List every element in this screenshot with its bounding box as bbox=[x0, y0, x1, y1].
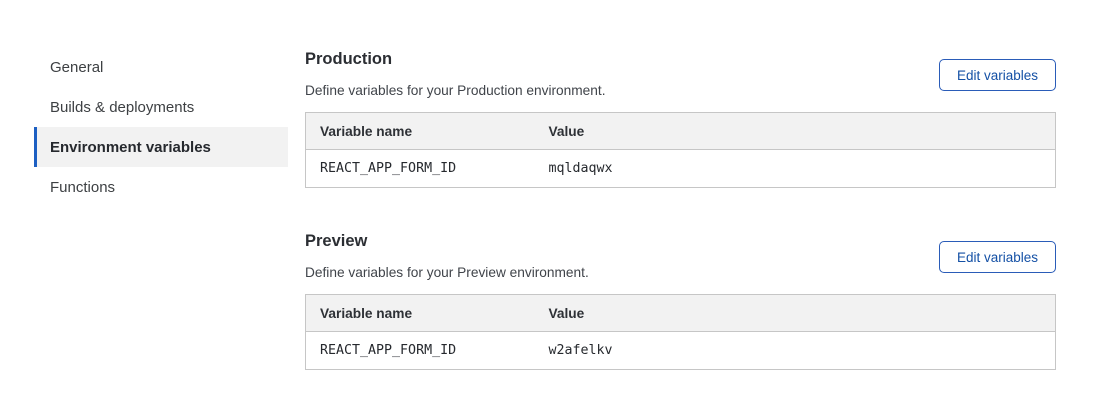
sidebar-item-environment-variables[interactable]: Environment variables bbox=[34, 127, 288, 167]
section-description-preview: Define variables for your Preview enviro… bbox=[305, 265, 589, 280]
column-header-value: Value bbox=[535, 295, 1056, 332]
section-description-production: Define variables for your Production env… bbox=[305, 83, 606, 98]
column-header-value: Value bbox=[535, 113, 1056, 150]
table-header-row: Variable name Value bbox=[306, 113, 1056, 150]
production-section-header: Production Define variables for your Pro… bbox=[305, 44, 1056, 98]
section-title-production: Production bbox=[305, 44, 606, 69]
sidebar-item-label: Functions bbox=[50, 179, 115, 196]
environment-variables-panel: Production Define variables for your Pro… bbox=[305, 44, 1056, 370]
column-header-variable-name: Variable name bbox=[306, 113, 535, 150]
preview-section: Preview Define variables for your Previe… bbox=[305, 226, 1056, 370]
sidebar-item-label: Environment variables bbox=[50, 139, 211, 156]
sidebar-item-builds-deployments[interactable]: Builds & deployments bbox=[34, 87, 288, 127]
variable-value-cell: w2afelkv bbox=[535, 332, 1056, 370]
settings-page: General Builds & deployments Environment… bbox=[0, 0, 1100, 370]
production-section: Production Define variables for your Pro… bbox=[305, 44, 1056, 188]
section-title-preview: Preview bbox=[305, 226, 589, 251]
table-row: REACT_APP_FORM_ID mqldaqwx bbox=[306, 150, 1056, 188]
sidebar-item-functions[interactable]: Functions bbox=[34, 167, 288, 207]
table-row: REACT_APP_FORM_ID w2afelkv bbox=[306, 332, 1056, 370]
edit-variables-button-production[interactable]: Edit variables bbox=[939, 59, 1056, 91]
preview-section-header: Preview Define variables for your Previe… bbox=[305, 226, 1056, 280]
edit-variables-button-preview[interactable]: Edit variables bbox=[939, 241, 1056, 273]
variable-name-cell: REACT_APP_FORM_ID bbox=[306, 150, 535, 188]
settings-sidebar: General Builds & deployments Environment… bbox=[34, 47, 288, 370]
preview-variables-table: Variable name Value REACT_APP_FORM_ID w2… bbox=[305, 294, 1056, 370]
sidebar-item-label: General bbox=[50, 59, 103, 76]
table-header-row: Variable name Value bbox=[306, 295, 1056, 332]
production-variables-table: Variable name Value REACT_APP_FORM_ID mq… bbox=[305, 112, 1056, 188]
preview-header-text: Preview Define variables for your Previe… bbox=[305, 226, 589, 280]
production-header-text: Production Define variables for your Pro… bbox=[305, 44, 606, 98]
column-header-variable-name: Variable name bbox=[306, 295, 535, 332]
sidebar-item-general[interactable]: General bbox=[34, 47, 288, 87]
sidebar-item-label: Builds & deployments bbox=[50, 99, 194, 116]
variable-value-cell: mqldaqwx bbox=[535, 150, 1056, 188]
variable-name-cell: REACT_APP_FORM_ID bbox=[306, 332, 535, 370]
